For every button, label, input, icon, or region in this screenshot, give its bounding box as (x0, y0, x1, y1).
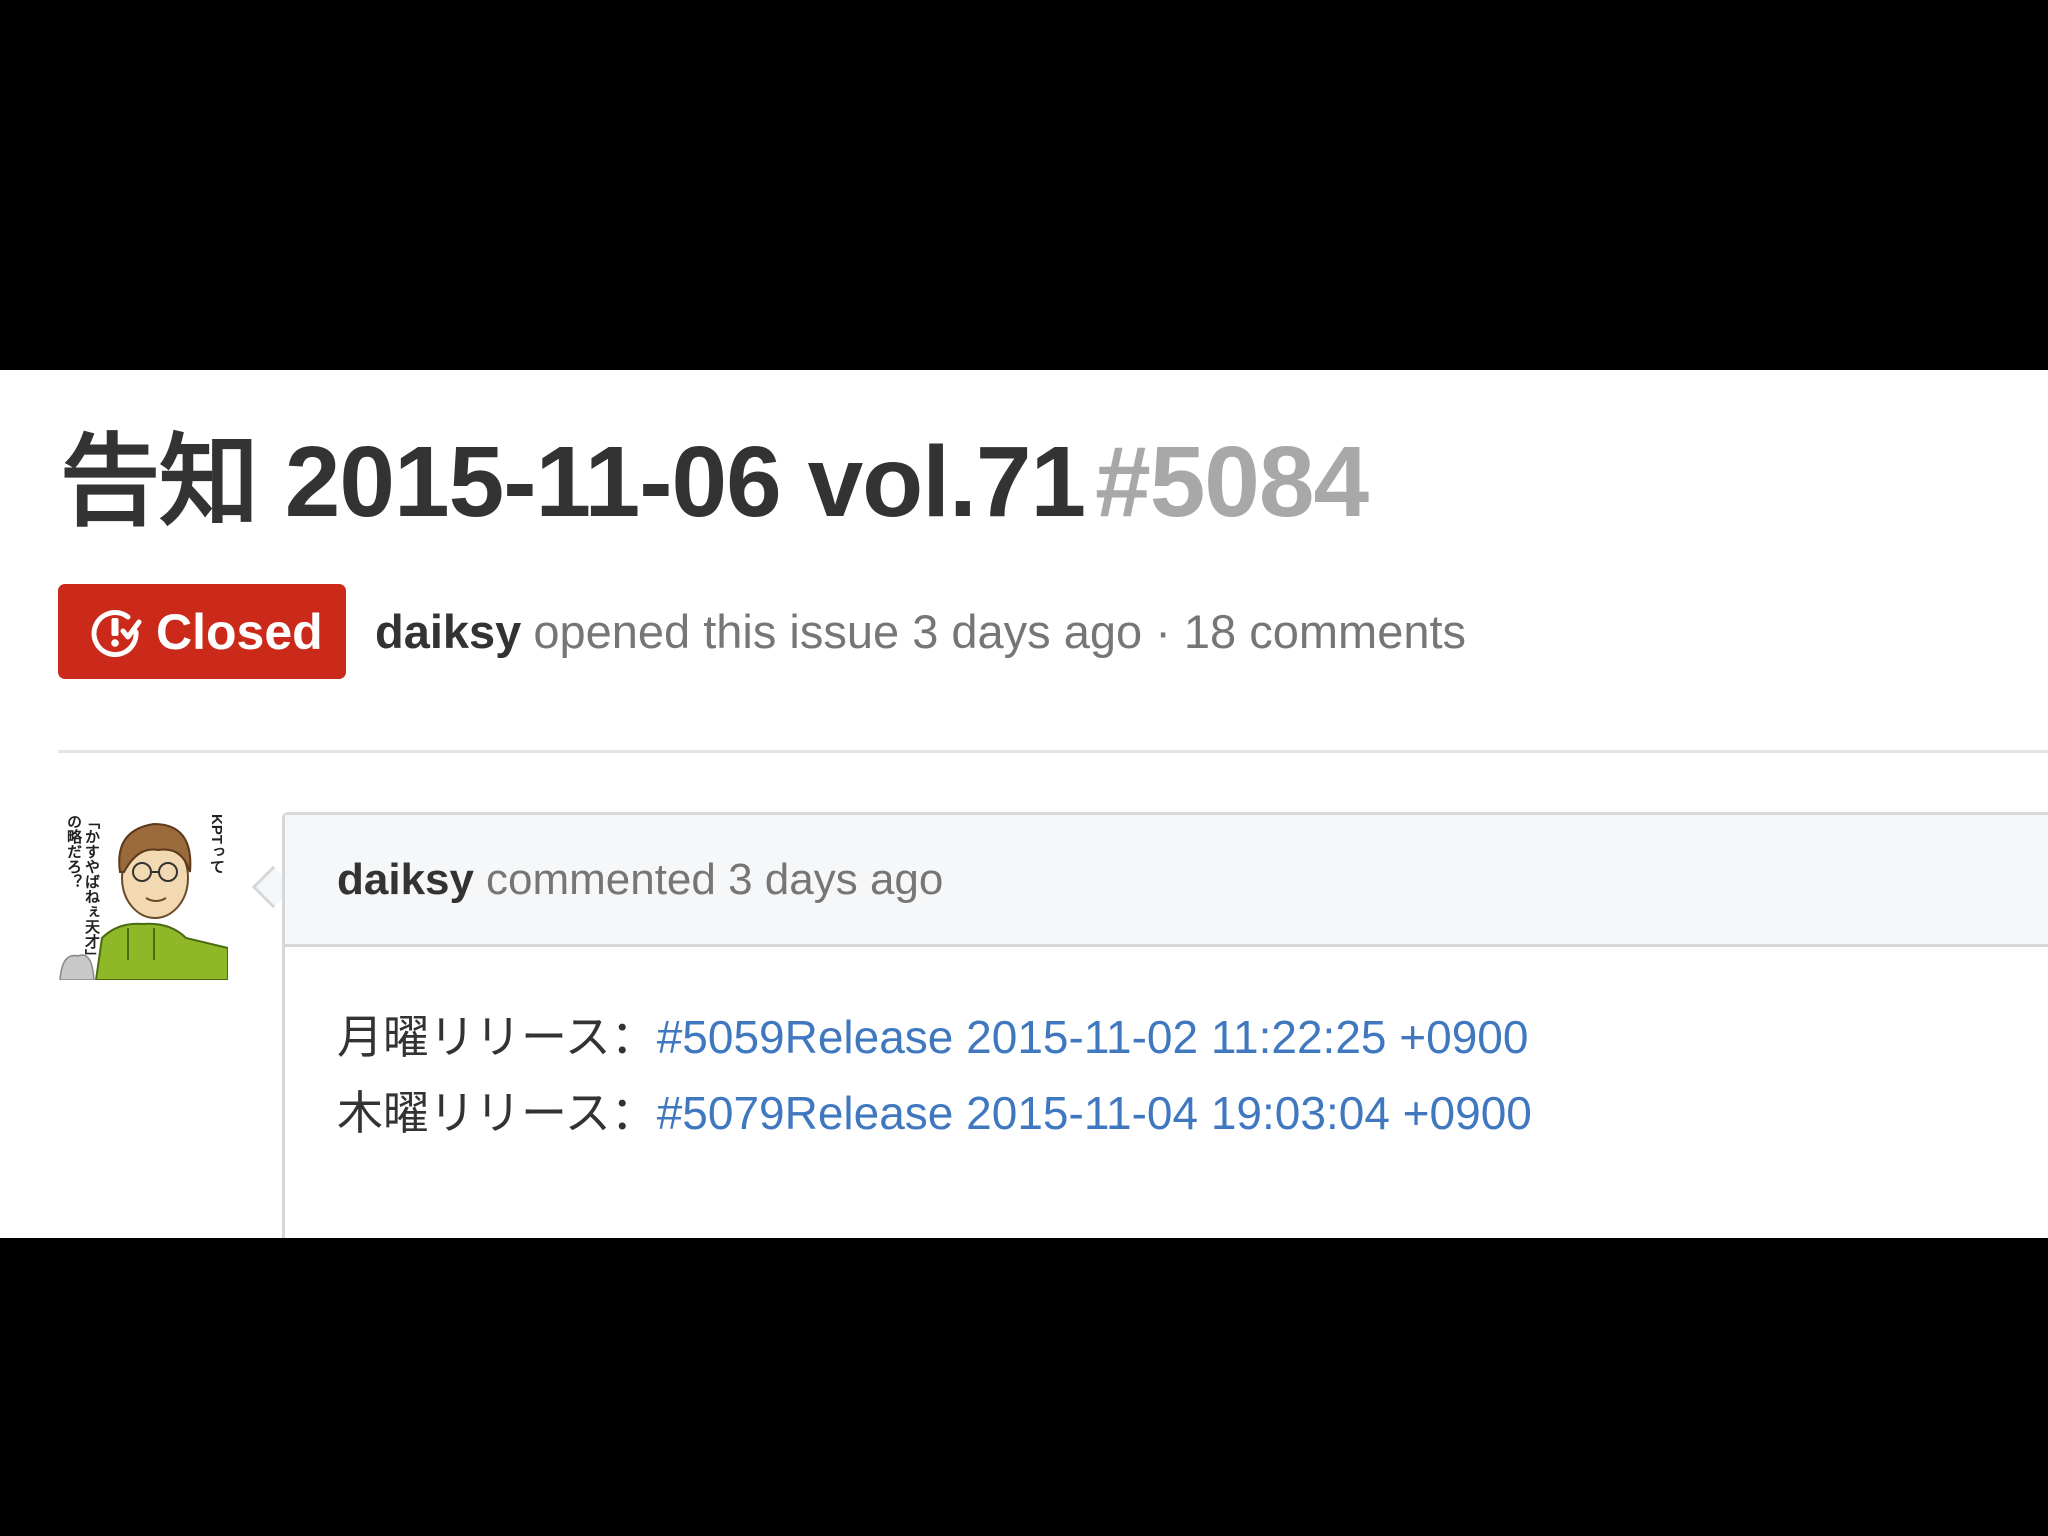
issue-title-text: 告知 2015-11-06 vol.71 (60, 426, 1086, 538)
issue-meta-text: daiksy opened this issue 3 days ago · 18 … (375, 604, 1466, 659)
comment-line: 月曜リリース：#5059Release 2015-11-02 11:22:25 … (337, 999, 2048, 1075)
issue-meta-detail: opened this issue 3 days ago · 18 commen… (533, 605, 1467, 658)
comment-line: 木曜リリース：#5079Release 2015-11-04 19:03:04 … (337, 1075, 2048, 1151)
comment-box: daiksy commented 3 days ago 月曜リリース：#5059R… (282, 812, 2048, 1238)
divider (58, 750, 2048, 753)
avatar-caption-left: 「かすやばねぇ天才」の略だろ？ (65, 814, 100, 964)
avatar-caption-right: KPTって (208, 814, 225, 874)
issue-title: 告知 2015-11-06 vol.71 #5084 (60, 432, 1369, 532)
release-link[interactable]: #5059Release 2015-11-02 11:22:25 +0900 (657, 1011, 1529, 1063)
comment-line-label: 月曜リリース： (337, 1011, 657, 1063)
issue-author-link[interactable]: daiksy (375, 605, 521, 658)
issue-number: #5084 (1095, 426, 1369, 538)
comment-author-link[interactable]: daiksy (337, 855, 474, 905)
state-badge: Closed (58, 584, 346, 679)
comment-meta: commented 3 days ago (485, 854, 944, 904)
avatar[interactable]: KPTって 「かすやばねぇ天才」の略だろ？ (58, 810, 228, 980)
issue-meta: Closed daiksy opened this issue 3 days ag… (58, 583, 2048, 680)
comment-body: 月曜リリース：#5059Release 2015-11-02 11:22:25 … (285, 947, 2048, 1151)
release-link[interactable]: #5079Release 2015-11-04 19:03:04 +0900 (657, 1087, 1532, 1139)
issue-page: 告知 2015-11-06 vol.71 #5084 Closed daiksy o… (0, 370, 2048, 1238)
issue-closed-icon (91, 609, 142, 657)
comment-header: daiksy commented 3 days ago (285, 815, 2048, 947)
state-label: Closed (156, 603, 323, 660)
comment-line-label: 木曜リリース： (337, 1087, 657, 1139)
